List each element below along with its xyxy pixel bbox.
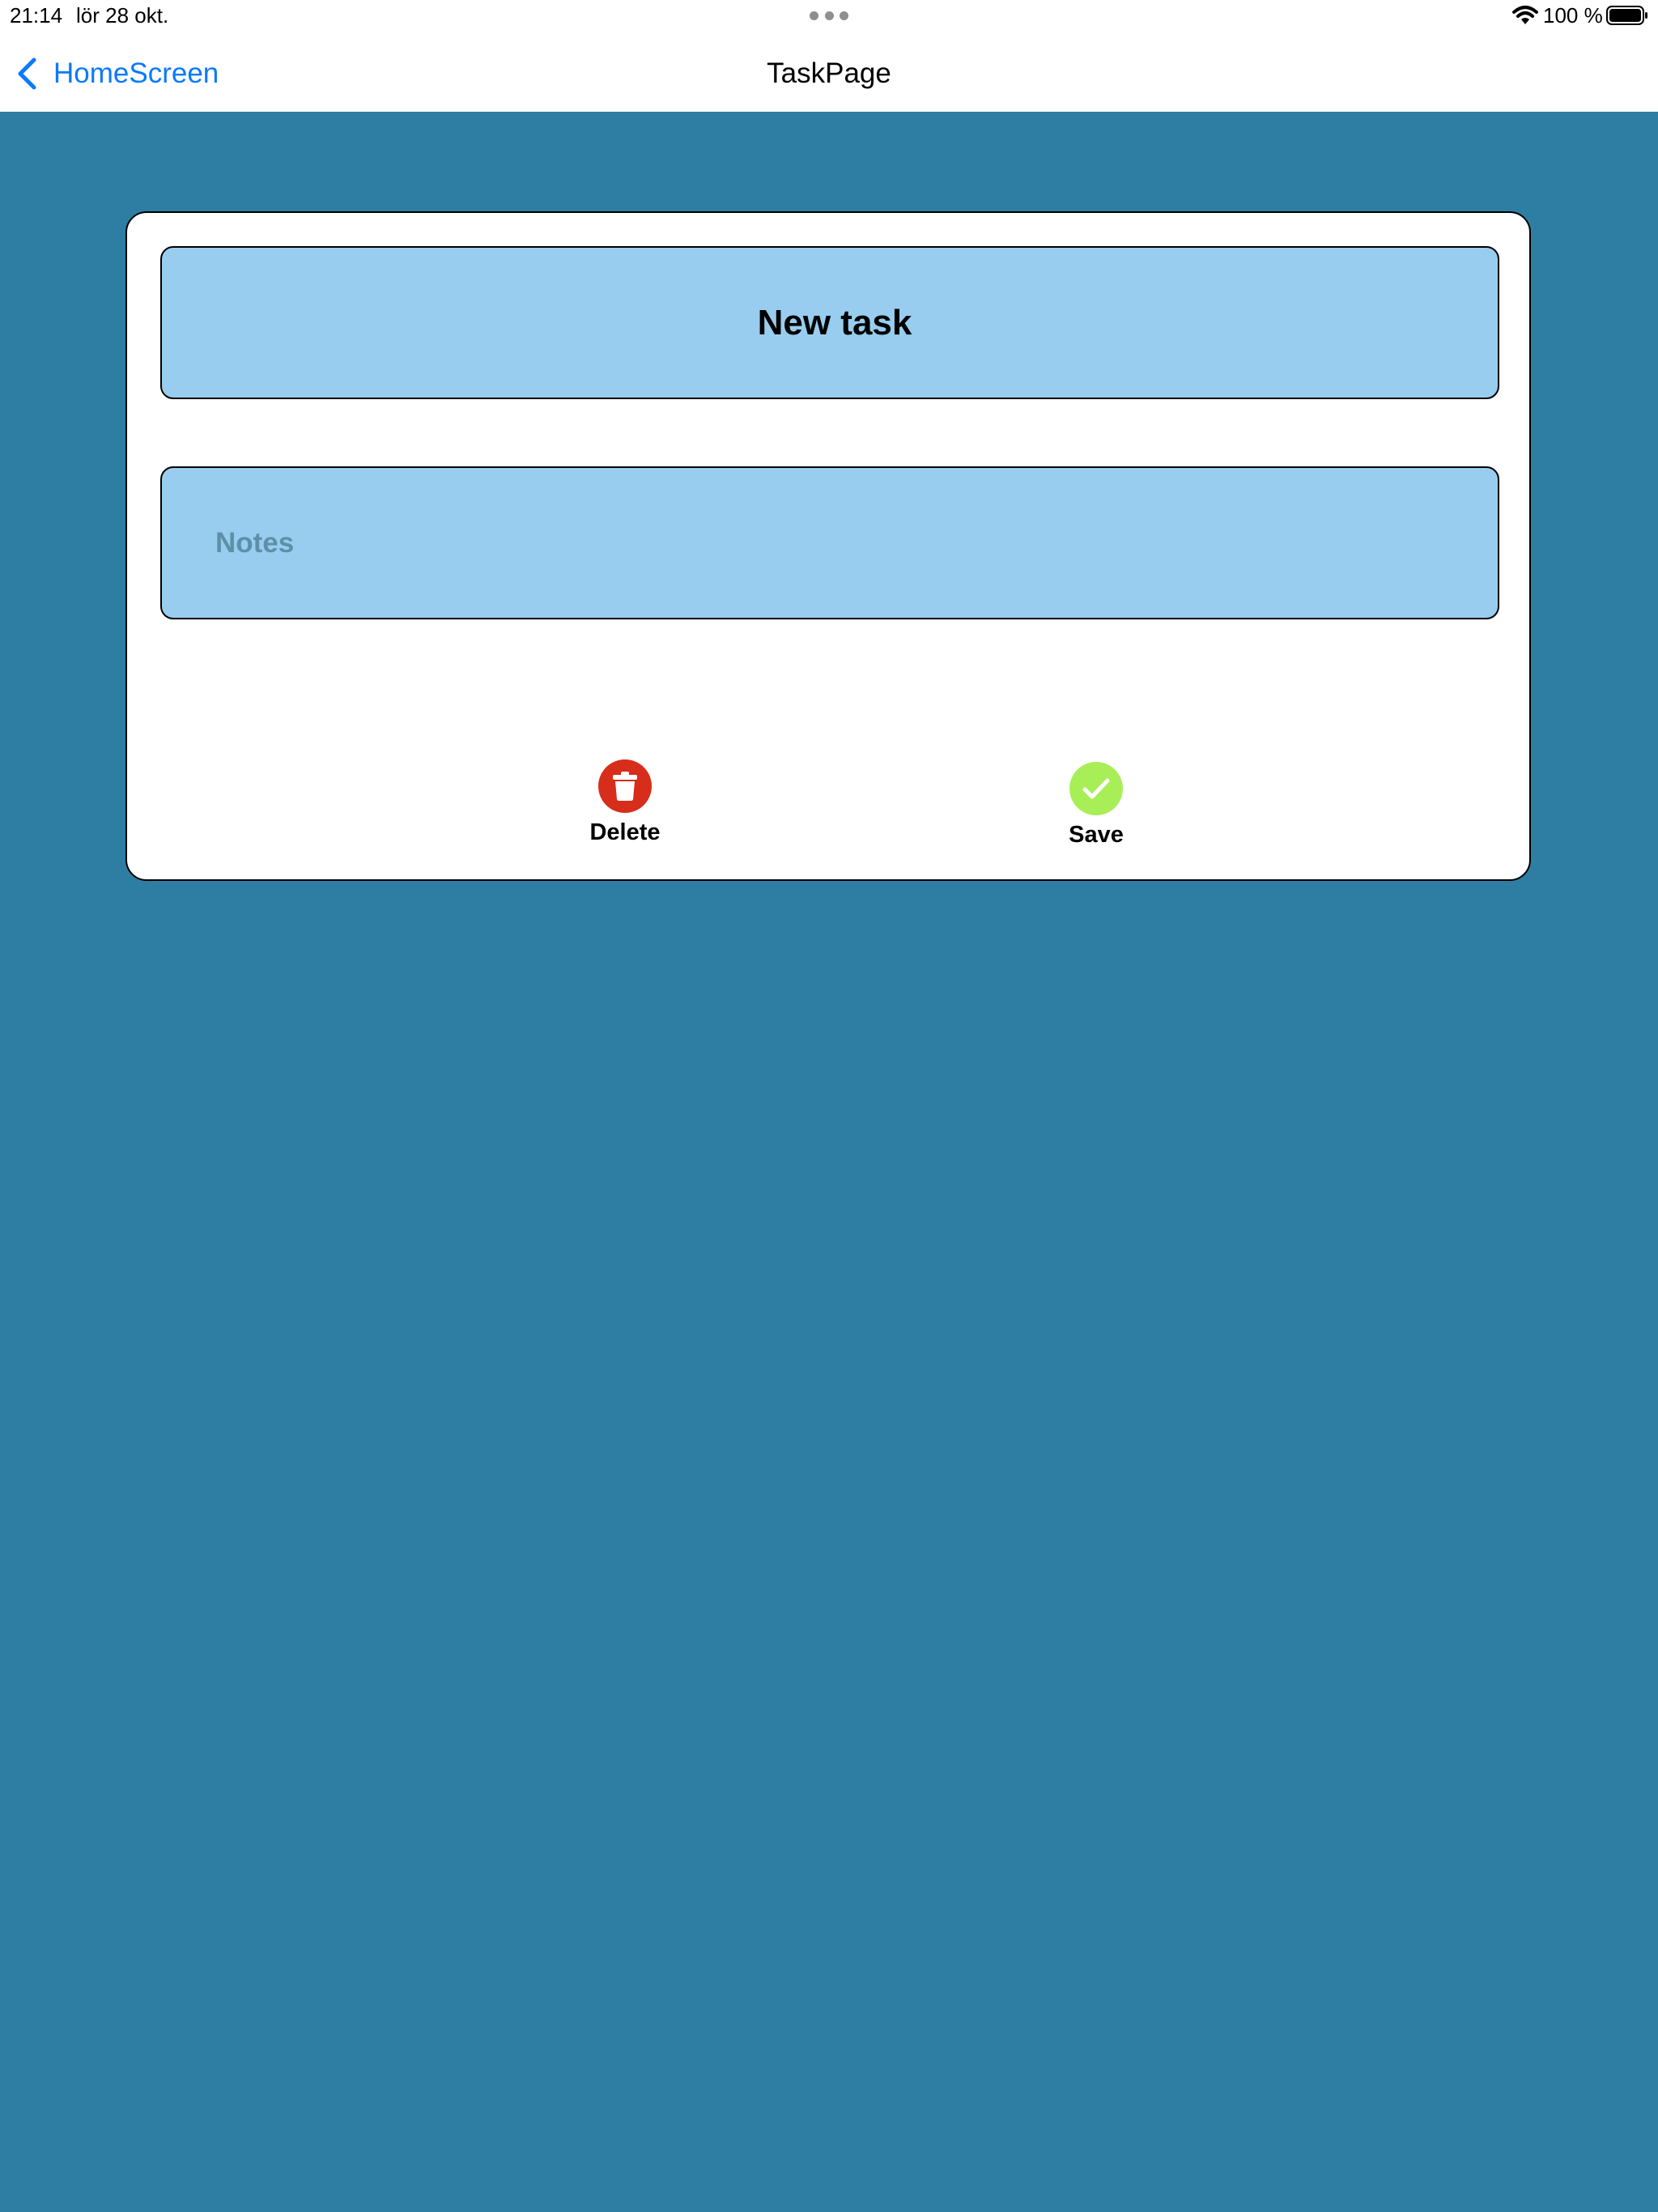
save-icon-circle — [1069, 762, 1123, 815]
top-bar: 21:14 lör 28 okt. 100 % HomeScreen TaskP… — [0, 0, 1658, 112]
page-title: TaskPage — [767, 57, 891, 89]
notes-field[interactable]: Notes — [160, 466, 1499, 619]
multitasking-dots-icon[interactable] — [810, 11, 848, 21]
notes-placeholder: Notes — [215, 526, 295, 559]
battery-percentage: 100 % — [1543, 3, 1603, 28]
wifi-icon — [1512, 6, 1538, 24]
trash-icon — [613, 772, 637, 801]
delete-button[interactable]: Delete — [556, 759, 694, 846]
status-date: lör 28 okt. — [76, 3, 169, 28]
task-title-value: New task — [757, 302, 912, 342]
task-card: New task Notes Delete Save — [125, 211, 1531, 881]
delete-icon-circle — [598, 759, 652, 813]
task-title-field[interactable]: New task — [160, 246, 1499, 399]
battery-icon — [1606, 6, 1647, 25]
checkmark-icon — [1082, 778, 1110, 799]
save-button[interactable]: Save — [1027, 762, 1165, 849]
status-time: 21:14 — [10, 3, 63, 28]
delete-label: Delete — [589, 819, 661, 845]
save-label: Save — [1069, 822, 1124, 848]
